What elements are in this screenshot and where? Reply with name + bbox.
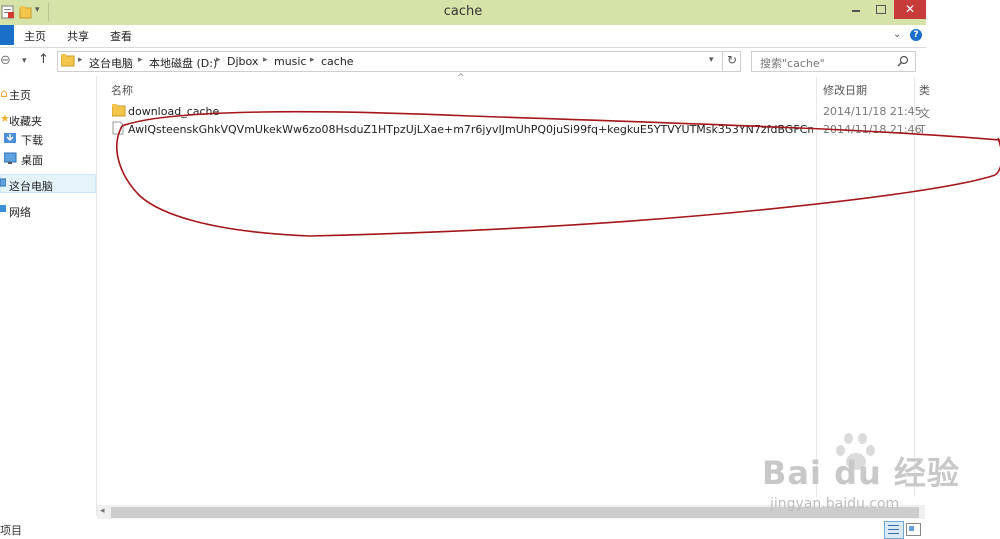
details-view-icon	[888, 525, 899, 526]
large-icons-view-button[interactable]	[906, 523, 921, 536]
search-icon[interactable]	[897, 55, 909, 67]
desktop-icon	[4, 152, 17, 164]
address-history-icon[interactable]: ▾	[709, 55, 714, 65]
folder-icon	[112, 104, 126, 117]
minimize-button[interactable]	[842, 0, 868, 19]
network-icon	[0, 205, 6, 212]
crumb-djbox[interactable]: Djbox	[227, 55, 258, 68]
home-icon: ⌂	[0, 86, 8, 100]
status-bar	[0, 519, 926, 539]
nav-item-network[interactable]: 网络	[9, 204, 31, 220]
nav-item-home[interactable]: 主页	[9, 87, 31, 103]
minimize-icon	[852, 10, 860, 12]
watermark-url: jingyan.baidu.com	[770, 496, 900, 512]
column-header-name[interactable]: 名称	[111, 82, 133, 98]
list-item[interactable]: AwIQsteenskGhkVQVmUkekWw6zo08HsduZ1HTpzU…	[97, 120, 926, 138]
recent-locations-icon[interactable]: ▾	[22, 56, 27, 66]
watermark-brand: Bai du 经验	[762, 454, 960, 492]
title-divider	[48, 3, 49, 21]
nav-item-this-pc[interactable]: 这台电脑	[9, 178, 53, 194]
scroll-left-icon[interactable]: ◂	[100, 506, 105, 516]
crumb-separator-icon[interactable]: ▸	[78, 55, 83, 65]
tab-home[interactable]: 主页	[24, 28, 46, 44]
column-divider[interactable]	[914, 77, 915, 497]
close-icon: ✕	[905, 2, 916, 16]
crumb-cache[interactable]: cache	[321, 55, 354, 68]
crumb-separator-icon[interactable]: ▸	[263, 55, 268, 65]
up-button[interactable]: ↑	[38, 52, 49, 67]
file-type: 文	[919, 107, 930, 120]
crumb-this-pc[interactable]: 这台电脑	[89, 55, 133, 71]
nav-item-downloads[interactable]: 下载	[21, 132, 43, 148]
details-view-button[interactable]	[884, 521, 904, 539]
expand-ribbon-icon[interactable]: ⌄	[893, 29, 901, 40]
column-divider[interactable]	[816, 77, 817, 497]
list-item[interactable]: download_cache 2014/11/18 21:45 文	[97, 102, 930, 120]
tab-file[interactable]	[0, 25, 14, 45]
file-name: AwIQsteenskGhkVQVmUkekWw6zo08HsduZ1HTpzU…	[128, 123, 813, 136]
back-button[interactable]: ⊖	[0, 53, 11, 68]
column-header-type[interactable]: 类	[919, 82, 930, 98]
crumb-separator-icon[interactable]: ▸	[310, 55, 315, 65]
crumb-music[interactable]: music	[274, 55, 307, 68]
downloads-icon	[4, 133, 16, 143]
help-icon[interactable]: ?	[910, 29, 922, 41]
address-divider	[722, 51, 723, 71]
file-icon	[112, 121, 124, 135]
folder-icon	[61, 54, 75, 67]
new-folder-icon[interactable]	[19, 5, 33, 19]
close-button[interactable]: ✕	[894, 0, 926, 19]
status-text: 项目	[0, 524, 22, 537]
maximize-button[interactable]	[868, 0, 894, 19]
file-date: 2014/11/18 21:45	[823, 105, 922, 118]
ribbon-bar	[0, 25, 926, 48]
refresh-icon[interactable]: ↻	[727, 53, 737, 67]
tab-share[interactable]: 共享	[67, 28, 89, 44]
crumb-local-disk[interactable]: 本地磁盘 (D:)	[149, 55, 217, 71]
file-name: download_cache	[128, 105, 220, 118]
crumb-separator-icon[interactable]: ▸	[216, 55, 221, 65]
window-title: cache	[443, 4, 483, 19]
details-view-icon-line	[888, 533, 899, 534]
quick-access-dropdown-icon[interactable]: ▾	[35, 5, 40, 15]
file-type: T	[919, 123, 926, 136]
search-placeholder: 搜索"cache"	[760, 57, 825, 70]
details-view-icon-line	[888, 529, 899, 530]
properties-icon[interactable]	[1, 5, 15, 19]
crumb-separator-icon[interactable]: ▸	[138, 55, 143, 65]
file-date: 2014/11/18 21:46	[823, 123, 922, 136]
large-icons-view-icon	[909, 526, 914, 531]
nav-item-desktop[interactable]: 桌面	[21, 152, 43, 168]
maximize-icon	[876, 5, 886, 14]
column-header-date[interactable]: 修改日期	[823, 82, 867, 98]
nav-item-favorites[interactable]: 收藏夹	[9, 113, 42, 129]
sort-ascending-icon: ^	[457, 73, 465, 83]
computer-icon	[0, 178, 6, 187]
tab-view[interactable]: 查看	[110, 28, 132, 44]
